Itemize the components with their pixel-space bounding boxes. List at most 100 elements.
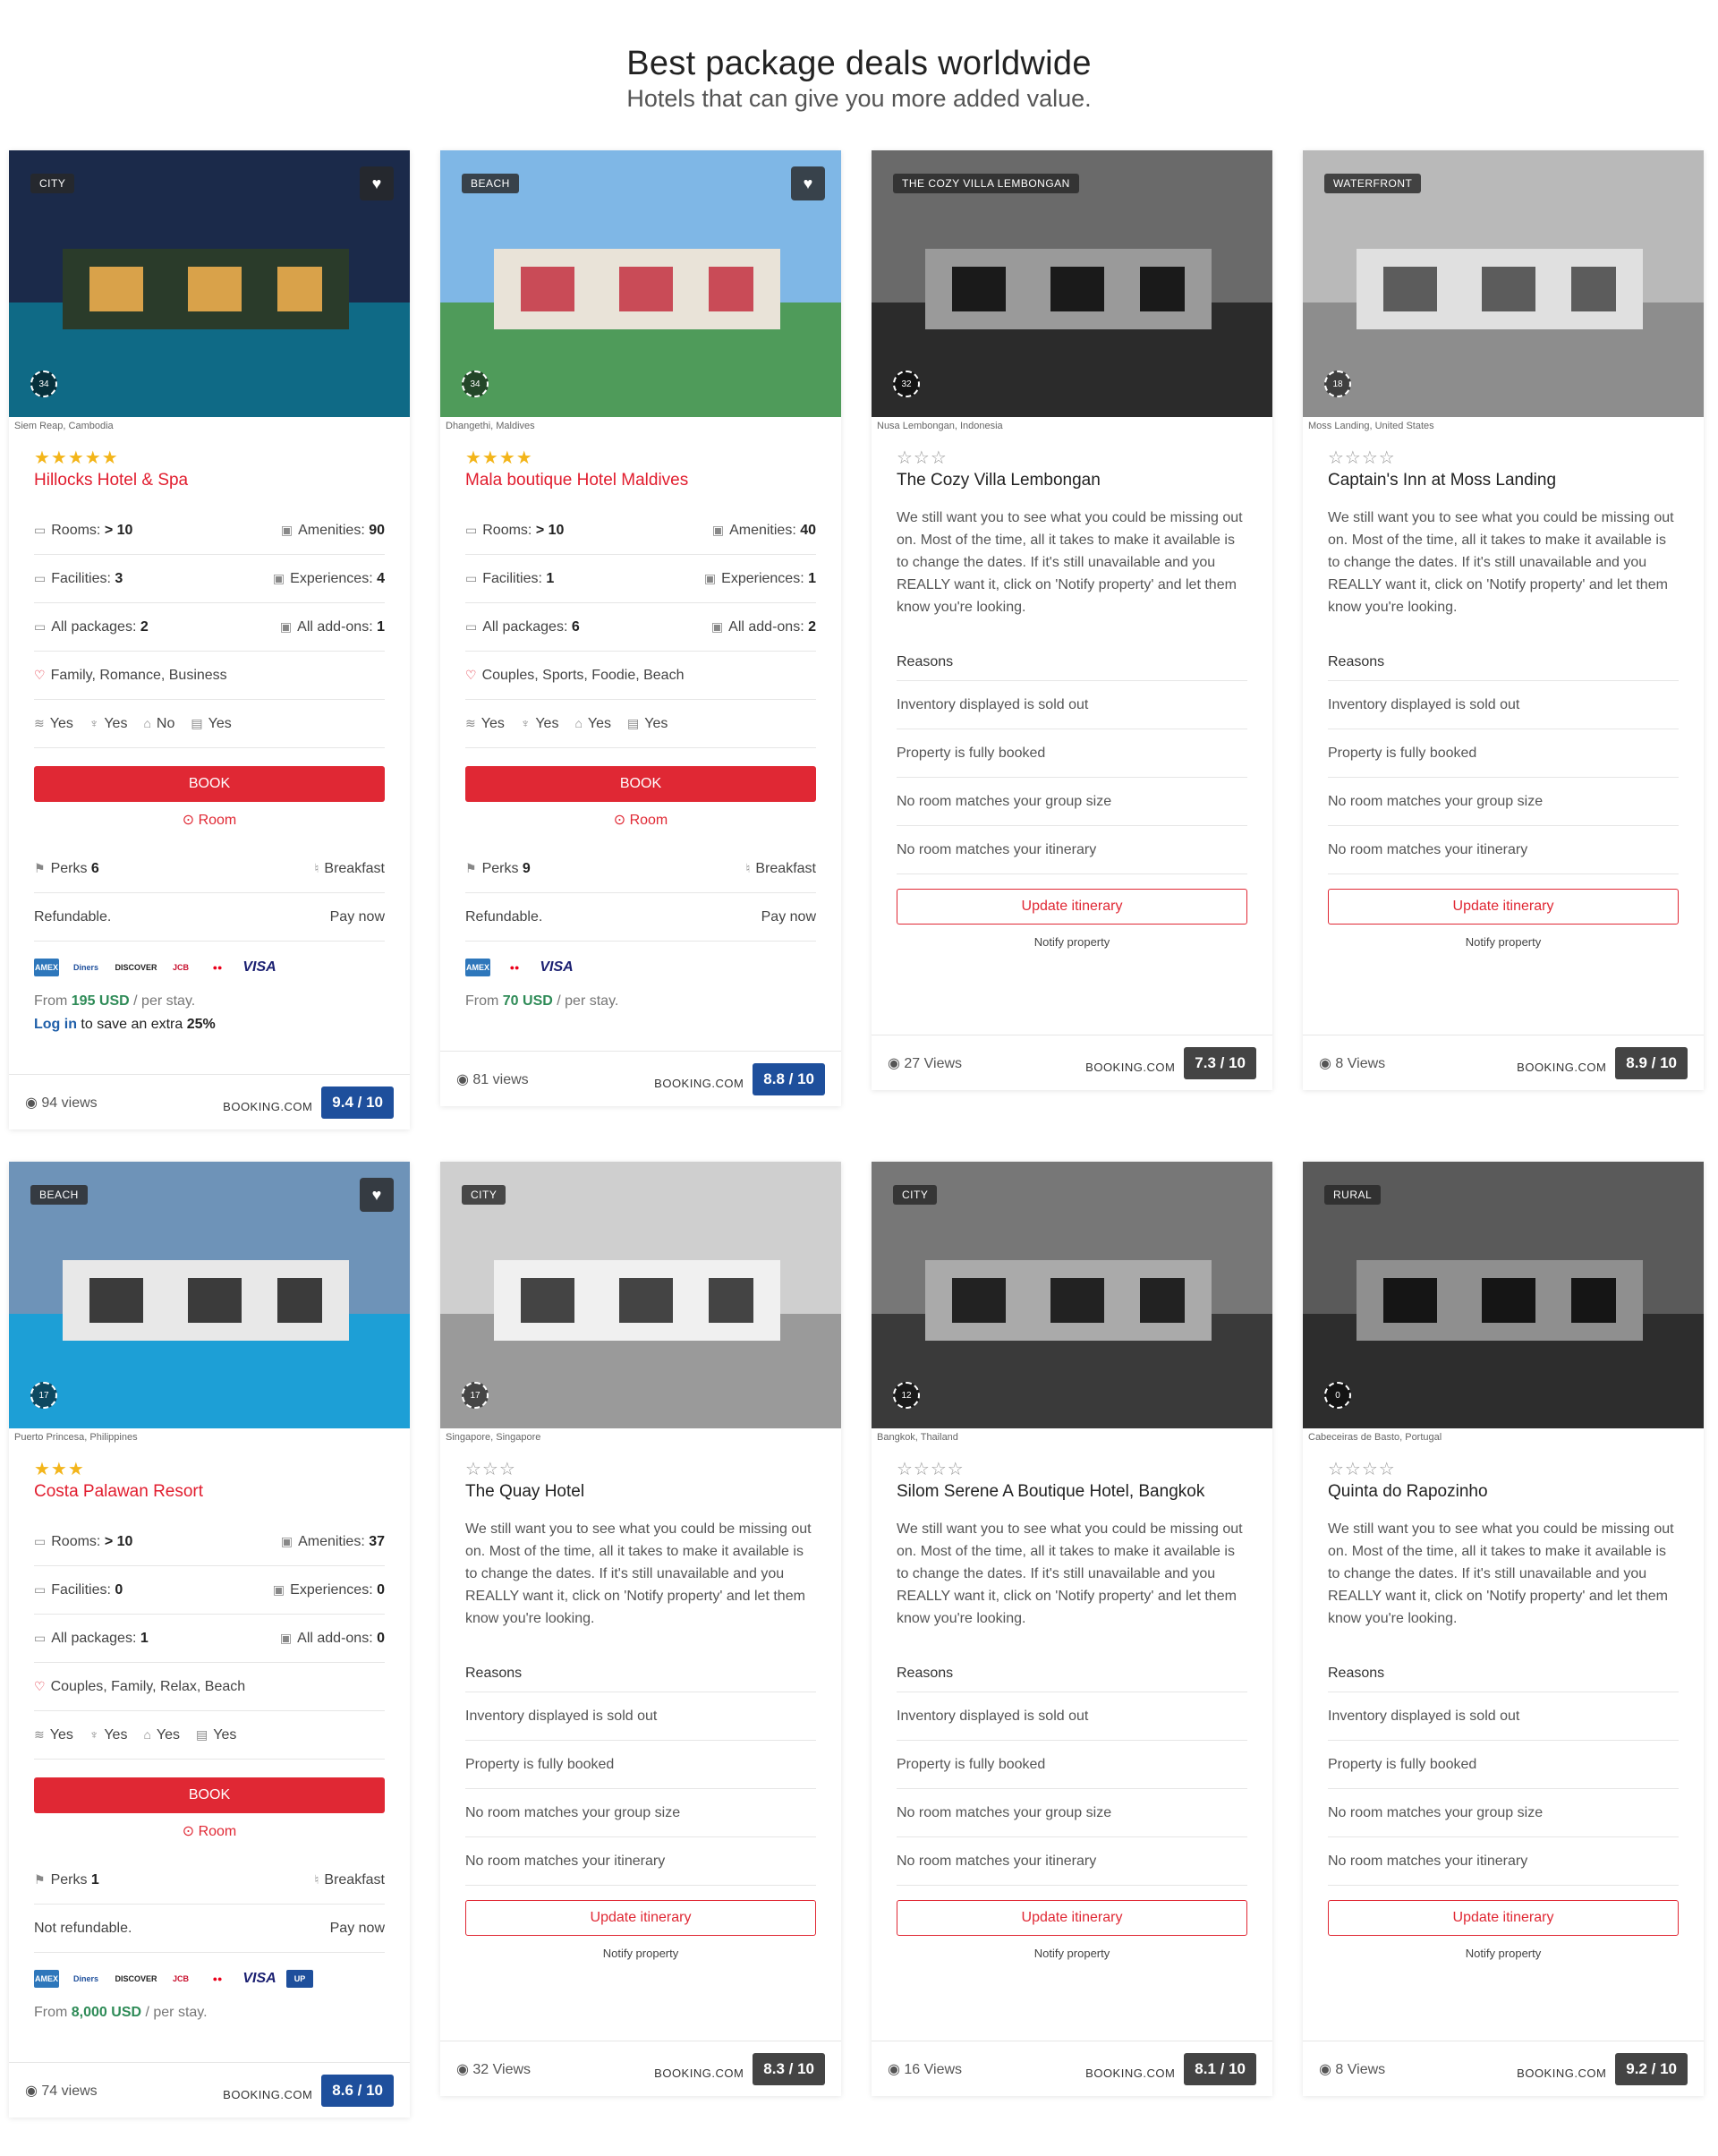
view-360-icon[interactable]: 0 [1324,1382,1351,1409]
login-link[interactable]: Log in [34,1017,77,1032]
eye-icon: ◉ [25,2083,42,2099]
eye-icon: ◉ [456,1071,473,1087]
book-button[interactable]: BOOK [465,766,816,802]
hotel-name[interactable]: Mala boutique Hotel Maldives [465,469,816,492]
payment-methods: AMEX ●● VISA [465,942,816,993]
room-link[interactable]: ⊙ Room [34,811,385,832]
views-count: ◉ 8 Views [1319,2061,1386,2077]
booking-logo: BOOKING.COM [654,1077,744,1090]
hotel-photo-wrap[interactable]: THE COZY VILLA LEMBONGAN 32 [872,150,1272,417]
booking-logo: BOOKING.COM [1517,2067,1607,2080]
review-score: 7.3 / 10 [1184,1046,1256,1079]
notify-property-link[interactable]: Notify property [1328,1947,1679,1960]
update-itinerary-button[interactable]: Update itinerary [1328,889,1679,925]
rooms-row-left-value: > 10 [104,522,133,538]
themes-text: ♡ Couples, Sports, Foodie, Beach [465,667,685,683]
notify-property-link[interactable]: Notify property [897,935,1247,949]
notify-property-link[interactable]: Notify property [1328,935,1679,949]
heart-outline-icon: ♡ [34,667,46,682]
update-itinerary-button[interactable]: Update itinerary [465,1900,816,1936]
booking-logo: BOOKING.COM [654,2067,744,2080]
view-360-icon[interactable]: 12 [893,1382,920,1409]
perks-row: ⚑ Perks 6 ♮ Breakfast [34,845,385,893]
review-score: 8.1 / 10 [1184,2052,1256,2085]
heart-icon[interactable]: ♥ [791,166,825,200]
addons-icon: ▣ [710,618,724,634]
update-itinerary-button[interactable]: Update itinerary [897,889,1247,925]
packages-row: ▭ All packages: 1 ▣ All add-ons: 0 [34,1615,385,1663]
reason-item: No room matches your group size [465,1789,816,1837]
views-count: ◉ 27 Views [888,1055,963,1071]
card-footer: ◉ 16 Views BOOKING.COM 8.1 / 10 [872,2041,1272,2096]
star-rating: ☆☆☆☆ [1328,448,1396,468]
jcb-icon: JCB [168,1970,193,1988]
view-360-icon[interactable]: 17 [462,1382,489,1409]
hotel-name[interactable]: Costa Palawan Resort [34,1480,385,1504]
category-tag: THE COZY VILLA LEMBONGAN [893,174,1079,193]
hotel-name[interactable]: Silom Serene A Boutique Hotel, Bangkok [897,1480,1247,1504]
reason-item: Inventory displayed is sold out [897,1692,1247,1741]
unavailable-description: We still want you to see what you could … [897,510,1243,615]
book-button[interactable]: BOOK [34,766,385,802]
heart-icon[interactable]: ♥ [360,1178,394,1212]
pet-icon: ⌂ [574,715,583,730]
price-line: From 195 USD / per stay. [34,993,196,1009]
info-circle-icon: ⊙ [613,813,630,828]
update-itinerary-button[interactable]: Update itinerary [897,1900,1247,1936]
rooms-row-right: ▣ Amenities: 90 [280,522,385,538]
view-360-icon[interactable]: 32 [893,371,920,397]
page-header: Best package deals worldwide Hotels that… [0,0,1718,136]
login-promo: Log in to save an extra 25% [34,1017,216,1032]
view-360-icon[interactable]: 34 [462,371,489,397]
hotel-photo-wrap[interactable]: CITY 12 [872,1162,1272,1428]
book-button[interactable]: BOOK [34,1777,385,1813]
hotel-name[interactable]: Captain's Inn at Moss Landing [1328,469,1679,492]
category-tag: BEACH [30,1185,88,1205]
view-360-icon[interactable]: 17 [30,1382,57,1409]
booking-logo: BOOKING.COM [223,1100,313,1113]
experiences-icon: ▣ [272,570,285,585]
update-itinerary-button[interactable]: Update itinerary [1328,1900,1679,1936]
hotel-photo-wrap[interactable]: CITY 17 [440,1162,841,1428]
experiences-icon: ▣ [703,570,717,585]
notify-property-link[interactable]: Notify property [897,1947,1247,1960]
rooms-row-right-value: 90 [369,522,385,538]
discover-icon: DISCOVER [113,1970,159,1988]
packages-row-left-value: 6 [571,618,580,635]
mastercard-icon: ●● [499,959,530,976]
hotel-name[interactable]: Hillocks Hotel & Spa [34,469,385,492]
addons-icon: ▣ [279,1630,293,1645]
unavailable-description: We still want you to see what you could … [1328,1521,1674,1626]
hotel-name[interactable]: Quinta do Rapozinho [1328,1480,1679,1504]
perks-row: ⚑ Perks 1 ♮ Breakfast [34,1856,385,1905]
review-score: 9.4 / 10 [321,1086,394,1119]
packages-row-left-value: 2 [140,618,149,635]
amex-icon: AMEX [34,1970,59,1988]
unavailable-description: We still want you to see what you could … [465,1521,812,1626]
views-count: ◉ 8 Views [1319,1055,1386,1071]
diners-icon: Diners [68,959,104,976]
star-rating: ☆☆☆☆ [1328,1460,1396,1479]
hotel-photo-wrap[interactable]: BEACH ♥ 17 [9,1162,410,1428]
hotel-photo-wrap[interactable]: CITY ♥ 34 [9,150,410,417]
packages-row-right: ▣ All add-ons: 2 [710,618,816,635]
views-count: ◉ 16 Views [888,2061,963,2077]
pet-icon: ⌂ [143,715,151,730]
hotel-photo-wrap[interactable]: RURAL 0 [1303,1162,1704,1428]
view-360-icon[interactable]: 18 [1324,371,1351,397]
heart-icon[interactable]: ♥ [360,166,394,200]
mastercard-icon: ●● [202,959,233,976]
hotel-photo-wrap[interactable]: BEACH ♥ 34 [440,150,841,417]
notify-property-link[interactable]: Notify property [465,1947,816,1960]
reason-item: Property is fully booked [465,1741,816,1789]
hotel-name[interactable]: The Cozy Villa Lembongan [897,469,1247,492]
room-link[interactable]: ⊙ Room [465,811,816,832]
room-link[interactable]: ⊙ Room [34,1822,385,1844]
services: ≋ Yes ♆ Yes ⌂ No ▤ Yes [34,716,232,732]
hotel-photo-wrap[interactable]: WATERFRONT 18 [1303,150,1704,417]
hotel-name[interactable]: The Quay Hotel [465,1480,816,1504]
view-360-icon[interactable]: 34 [30,371,57,397]
gym-icon: ♆ [89,715,99,730]
reasons-heading: Reasons [897,1655,1247,1692]
rooms-row-right-value: 40 [800,522,816,538]
